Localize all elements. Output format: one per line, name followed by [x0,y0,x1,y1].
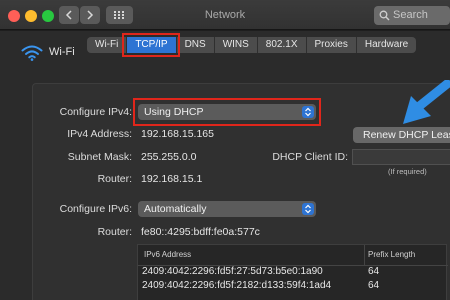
pointer-arrow-icon [403,80,450,124]
search-placeholder: Search [393,9,428,21]
search-icon [379,10,390,21]
ipv4-router-label: Router: [97,173,132,185]
interface-name: Wi-Fi [49,46,75,58]
select-highlight-box [133,98,321,126]
prefix-length-header: Prefix Length [368,250,416,259]
ipv6-router-label: Router: [97,226,132,238]
ipv6-address-table: IPv6 Address Prefix Length 2409:4042:229… [137,244,448,300]
search-field[interactable]: Search [374,6,450,25]
subnet-mask-label: Subnet Mask: [67,151,132,163]
tab-hardware[interactable]: Hardware [357,37,416,53]
dhcp-client-id-hint: (If required) [388,167,427,176]
ipv6-address-header: IPv6 Address [144,250,192,259]
dhcp-client-id-label: DHCP Client ID: [272,151,348,163]
column-divider [364,245,365,265]
configure-ipv6-label: Configure IPv6: [59,203,132,215]
ipv6-router-value: fe80::4295:bdff:fe0a:577c [141,226,260,238]
ipv4-router-value: 192.168.15.1 [141,173,203,185]
tab-proxies[interactable]: Proxies [307,37,357,53]
ipv4-address-value: 192.168.15.165 [141,128,214,140]
ipv6-address-cell: 2409:4042:2296:fd5f:27:5d73:b5e0:1a90 [142,266,323,277]
configure-ipv6-value: Automatically [144,203,207,215]
configure-ipv6-select[interactable]: Automatically [138,201,316,217]
subnet-mask-value: 255.255.0.0 [141,151,197,163]
tab-8021x[interactable]: 802.1X [258,37,307,53]
wifi-icon [21,45,43,61]
ipv6-address-cell: 2409:4042:2296:fd5f:2182:d133:59f4:1ad4 [142,280,332,291]
tab-wins[interactable]: WINS [215,37,258,53]
title-bar: Network Search [0,0,450,30]
dhcp-client-id-field[interactable] [352,149,450,165]
configure-ipv4-label: Configure IPv4: [59,106,132,118]
ipv4-address-label: IPv4 Address: [67,128,132,140]
select-arrows-icon [302,203,314,215]
prefix-length-cell: 64 [368,266,380,277]
tab-dns[interactable]: DNS [177,37,215,53]
prefix-length-cell: 64 [368,280,380,291]
tab-highlight-box [122,33,180,57]
